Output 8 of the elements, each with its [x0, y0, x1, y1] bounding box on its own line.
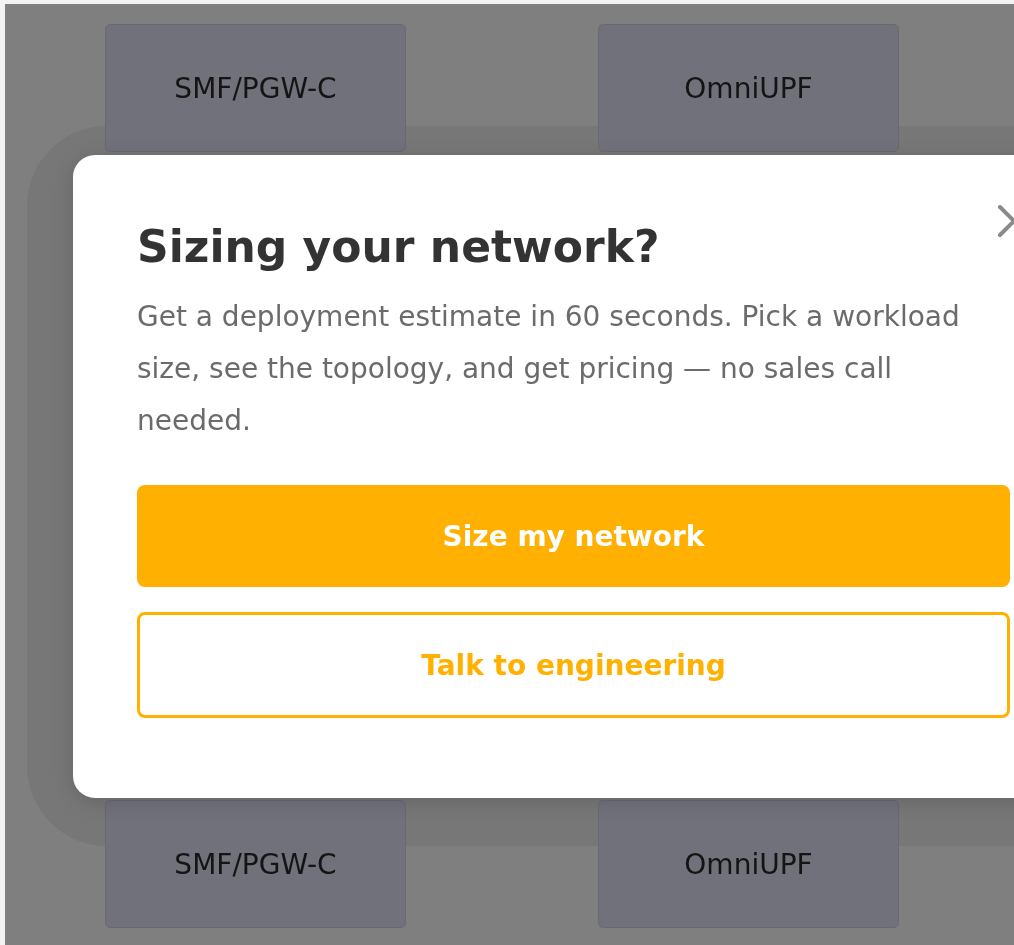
network-node: SMF/PGW-C: [105, 800, 406, 928]
dialog-text: Get a deployment estimate in 60 seconds. Pick a workload size, see the topology, and get pricing — no sales call needed.: [137, 299, 961, 439]
dialog-title: Sizing your network?: [137, 220, 661, 274]
talk-engineering-button[interactable]: Talk to engineering: [137, 612, 1010, 718]
size-network-button[interactable]: Size my network: [137, 485, 1010, 587]
network-node: OmniUPF: [598, 24, 899, 152]
network-node: SMF/PGW-C: [105, 24, 406, 152]
network-node: OmniUPF: [598, 800, 899, 928]
